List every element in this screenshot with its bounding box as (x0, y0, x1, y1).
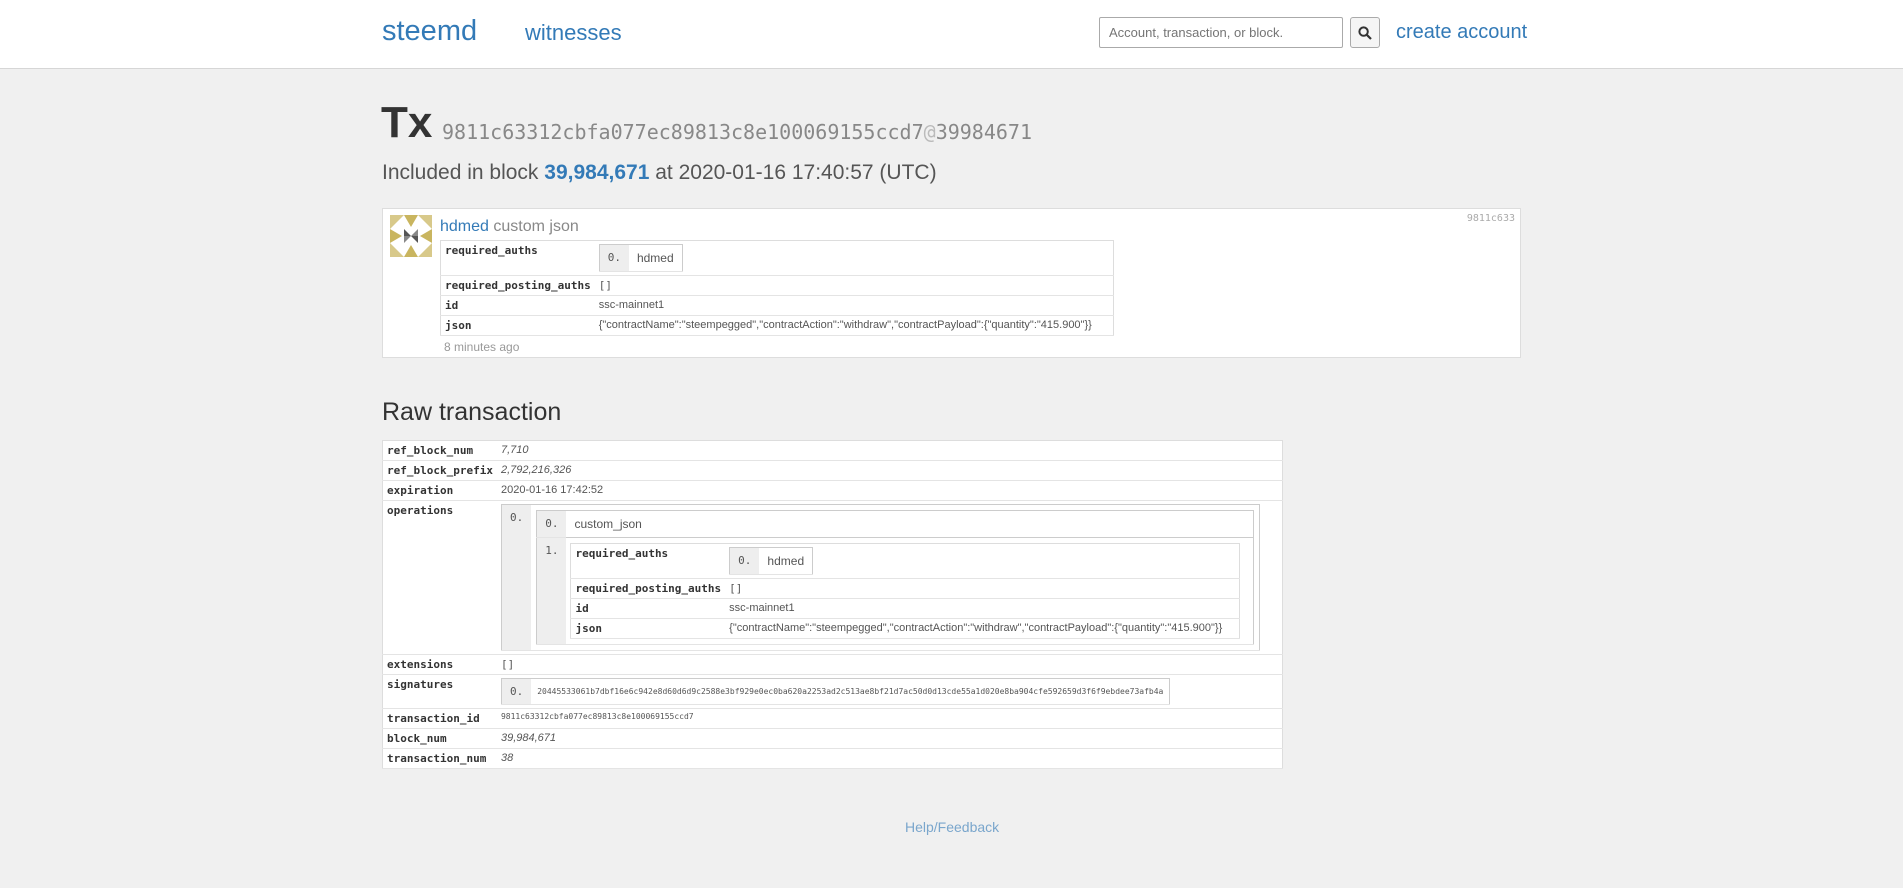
included-in-block: Included in block 39,984,671 at 2020-01-… (382, 161, 937, 185)
field-value: [] (725, 578, 1240, 599)
account-link[interactable]: hdmed (440, 218, 489, 235)
table-row: required_auths 0. hdmed (570, 543, 1240, 579)
field-key: ref_block_num (382, 440, 497, 461)
field-value: {"contractName":"steempegged","contractA… (725, 618, 1240, 639)
field-value: 7,710 (496, 440, 1283, 461)
create-account-link[interactable]: create account (1396, 21, 1527, 44)
array-value: required_auths 0. hdmed required_posting… (566, 537, 1254, 645)
field-value: 39,984,671 (496, 728, 1283, 749)
raw-transaction-heading: Raw transaction (382, 398, 562, 426)
field-value: 0. 0. custom_json 1. required_auths 0. h… (496, 500, 1283, 655)
tx-hash: 9811c63312cbfa077ec89813c8e100069155ccd7 (442, 120, 924, 144)
field-key: transaction_num (382, 748, 497, 769)
field-value: 0. hdmed (594, 240, 1114, 276)
field-value: [] (594, 275, 1114, 296)
tx-hash-line: 9811c63312cbfa077ec89813c8e100069155ccd7… (442, 120, 1032, 144)
array-box: 0. hdmed (598, 244, 683, 272)
at-sign: @ (923, 120, 936, 144)
array-value: 0. custom_json 1. required_auths 0. hdme… (531, 504, 1260, 651)
field-value: 2020-01-16 17:42:52 (496, 480, 1283, 501)
array-value: hdmed (759, 547, 813, 575)
field-value: ssc-mainnet1 (725, 598, 1240, 619)
operation-body-table: required_auths 0. hdmed required_posting… (570, 543, 1241, 639)
field-key: expiration (382, 480, 497, 501)
array-box: 0. hdmed (729, 547, 814, 575)
field-key: required_auths (570, 543, 726, 579)
table-row: json {"contractName":"steempegged","cont… (570, 618, 1240, 639)
field-key: required_posting_auths (570, 578, 726, 599)
table-row: signatures 0. 20445533061b7dbf16e6c942e8… (382, 674, 1283, 709)
raw-transaction-table: ref_block_num 7,710 ref_block_prefix 2,7… (382, 440, 1284, 769)
table-row: expiration 2020-01-16 17:42:52 (382, 480, 1283, 501)
table-row: transaction_num 38 (382, 748, 1283, 769)
array-index: 0. (599, 244, 629, 272)
array-index: 0. (536, 510, 567, 538)
included-time: at 2020-01-16 17:40:57 (UTC) (655, 161, 937, 184)
navbar: steemd witnesses create account (0, 0, 1903, 69)
field-key: json (440, 315, 595, 336)
search-input[interactable] (1099, 17, 1343, 48)
search-icon (1358, 25, 1372, 40)
field-key: operations (382, 500, 497, 655)
operation-type-value: custom_json (566, 510, 1254, 538)
field-key: json (570, 618, 726, 639)
field-key: required_auths (440, 240, 595, 276)
field-key: block_num (382, 728, 497, 749)
block-link[interactable]: 39,984,671 (544, 161, 649, 184)
operations-array: 0. 0. custom_json 1. required_auths 0. h… (500, 504, 1261, 651)
table-row: id ssc-mainnet1 (440, 295, 1114, 316)
operation-card: 9811c633 hdmed custom json required_auth… (382, 208, 1521, 358)
table-row: ref_block_num 7,710 (382, 440, 1283, 461)
operation-table: required_auths 0. hdmed required_posting… (440, 240, 1114, 336)
table-row: json {"contractName":"steempegged","cont… (440, 315, 1114, 336)
search-button[interactable] (1350, 17, 1380, 48)
tx-block-ref: 39984671 (935, 120, 1033, 144)
operation-type: custom json (493, 218, 579, 235)
help-feedback-link[interactable]: Help/Feedback (905, 819, 999, 835)
witnesses-link[interactable]: witnesses (525, 20, 622, 46)
table-row: required_posting_auths [] (570, 578, 1240, 599)
field-key: ref_block_prefix (382, 460, 497, 481)
field-key: transaction_id (382, 708, 497, 729)
array-index: 0. (729, 547, 760, 575)
table-row: block_num 39,984,671 (382, 728, 1283, 749)
field-key: signatures (382, 674, 497, 709)
table-row: required_posting_auths [] (440, 275, 1114, 296)
field-value: 0. 20445533061b7dbf16e6c942e8d60d6d9c258… (496, 674, 1283, 709)
field-value: 2,792,216,326 (496, 460, 1283, 481)
operation-header: hdmed custom json (440, 218, 579, 236)
identicon-avatar[interactable] (390, 215, 432, 257)
field-value: ssc-mainnet1 (594, 295, 1114, 316)
field-value: [] (496, 654, 1283, 675)
table-row: operations 0. 0. custom_json 1. required… (382, 500, 1283, 655)
array-index: 0. (501, 678, 532, 705)
brand-link[interactable]: steemd (382, 15, 477, 48)
table-row: ref_block_prefix 2,792,216,326 (382, 460, 1283, 481)
signature-value: 20445533061b7dbf16e6c942e8d60d6d9c2588e3… (531, 678, 1170, 705)
included-prefix: Included in block (382, 161, 539, 184)
table-row: extensions [] (382, 654, 1283, 675)
field-value: 38 (496, 748, 1283, 769)
operation-short-id[interactable]: 9811c633 (1467, 213, 1515, 224)
field-value: {"contractName":"steempegged","contractA… (594, 315, 1114, 336)
operation-pair: 0. custom_json 1. required_auths 0. hdme… (536, 510, 1255, 645)
field-key: extensions (382, 654, 497, 675)
field-key: required_posting_auths (440, 275, 595, 296)
table-row: id ssc-mainnet1 (570, 598, 1240, 619)
array-index: 0. (501, 504, 532, 651)
field-value: 0. hdmed (725, 543, 1240, 579)
array-index: 1. (536, 537, 567, 645)
table-row: transaction_id 9811c63312cbfa077ec89813c… (382, 708, 1283, 729)
field-value: 9811c63312cbfa077ec89813c8e100069155ccd7 (496, 708, 1283, 729)
table-row: required_auths 0. hdmed (440, 240, 1114, 276)
signatures-array: 0. 20445533061b7dbf16e6c942e8d60d6d9c258… (500, 678, 1171, 705)
operation-timestamp: 8 minutes ago (444, 340, 520, 354)
array-value: hdmed (628, 244, 683, 272)
page-title: Tx (381, 98, 433, 147)
field-key: id (570, 598, 726, 619)
field-key: id (440, 295, 595, 316)
